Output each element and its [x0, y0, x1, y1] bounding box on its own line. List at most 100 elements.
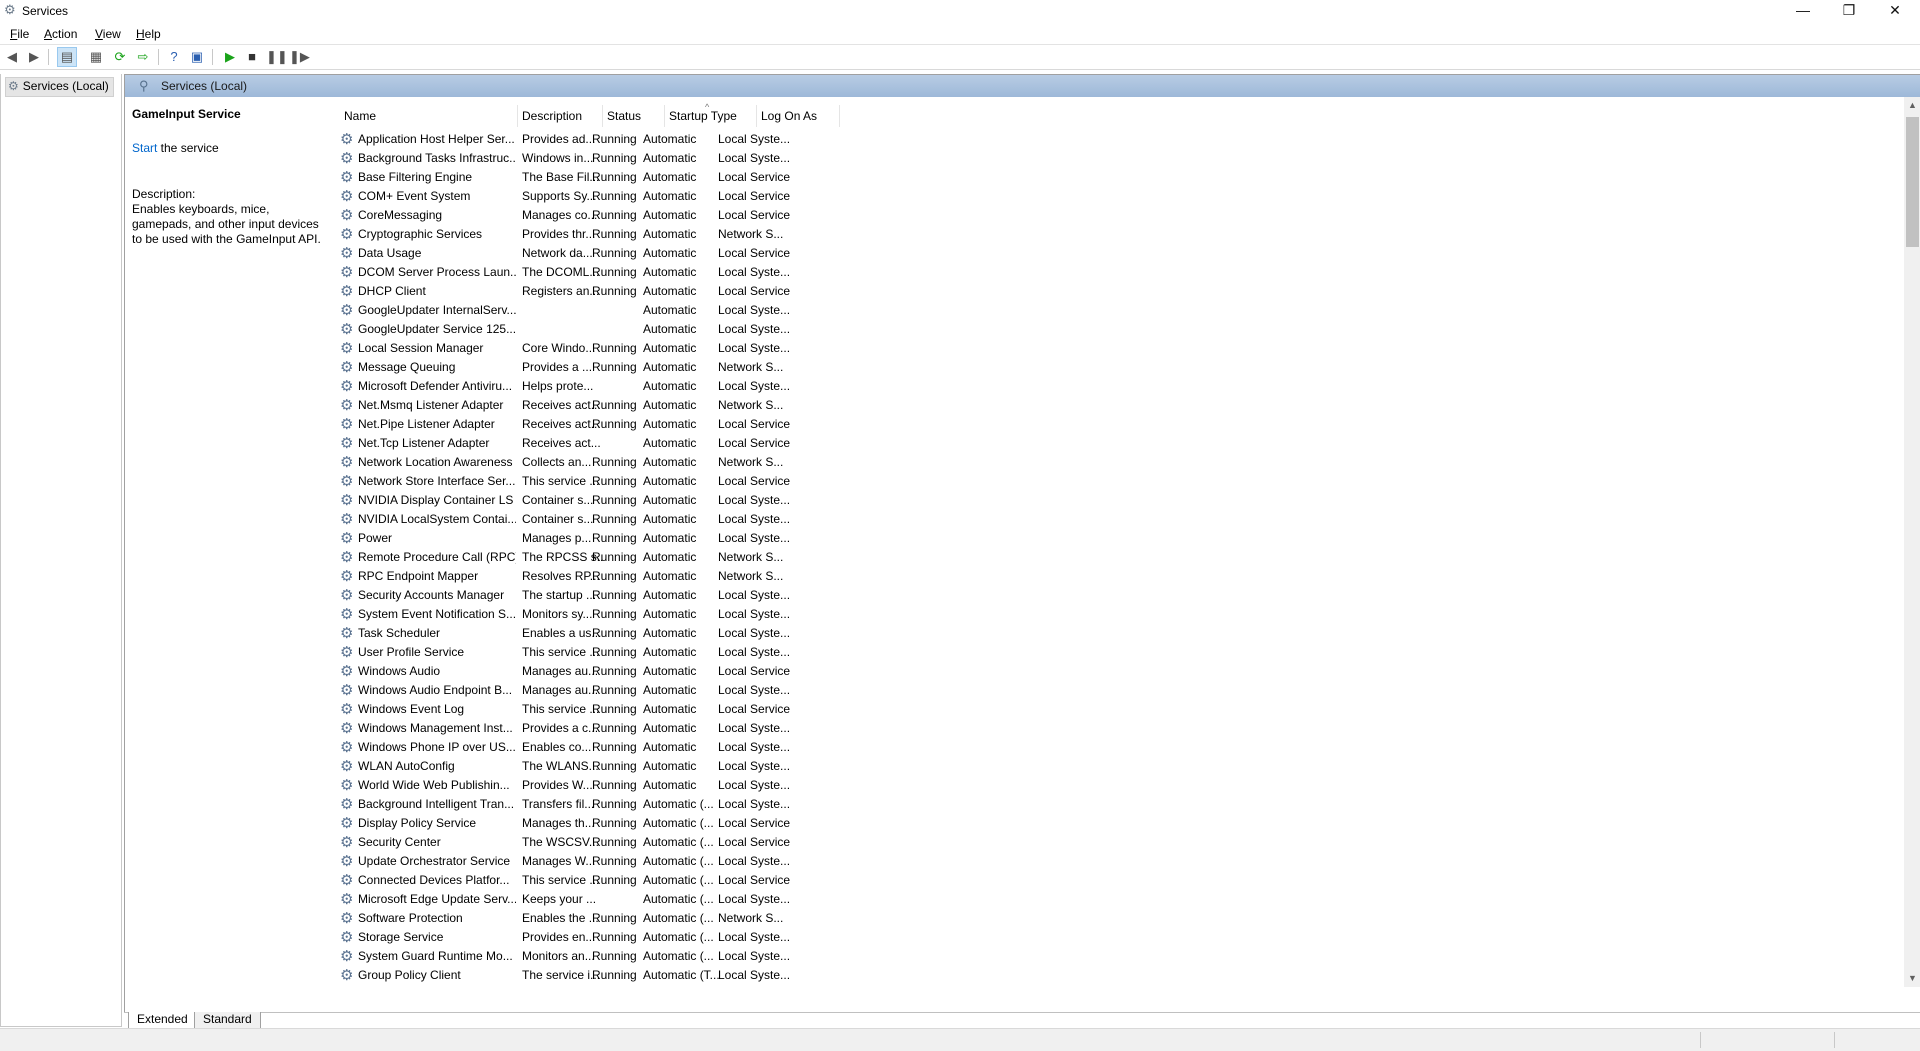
table-row[interactable]: ⚙ Software Protection Enables the ... Runni…	[340, 909, 840, 928]
cell-log-on-as: Local Service	[718, 664, 791, 678]
vertical-scrollbar[interactable]: ▲ ▼	[1904, 97, 1920, 987]
cell-name: System Events Broker	[358, 985, 516, 987]
table-row[interactable]: ⚙ Net.Pipe Listener Adapter Receives act..…	[340, 415, 840, 434]
table-row[interactable]: ⚙ Local Session Manager Core Windo... Runni…	[340, 339, 840, 358]
refresh-icon[interactable]: ⟳	[111, 48, 129, 66]
table-row[interactable]: ⚙ User Profile Service This service ... Run…	[340, 643, 840, 662]
table-row[interactable]: ⚙ Update Orchestrator Service Manages W...…	[340, 852, 840, 871]
table-row[interactable]: ⚙ Remote Procedure Call (RPC) The RPCSS s.…	[340, 548, 840, 567]
restart-service-icon[interactable]: ❚▶	[289, 48, 310, 66]
back-arrow-icon[interactable]: ◀	[3, 48, 21, 66]
menu-view[interactable]: View	[95, 27, 121, 41]
table-row[interactable]: ⚙ NVIDIA Display Container LS Container s.…	[340, 491, 840, 510]
show-hide-console-tree-icon[interactable]: ▤	[57, 47, 77, 67]
cell-name: Security Accounts Manager	[358, 588, 505, 602]
table-row[interactable]: ⚙ Windows Management Inst... Provides a c.…	[340, 719, 840, 738]
export-list-icon[interactable]: ⇨	[134, 48, 152, 66]
table-row[interactable]: ⚙ CoreMessaging Manages co... Running Automa…	[340, 206, 840, 225]
cell-log-on-as: Local Syste...	[718, 645, 791, 659]
table-row[interactable]: ⚙ Net.Tcp Listener Adapter Receives act...…	[340, 434, 840, 453]
tab-extended[interactable]: Extended	[128, 1012, 197, 1029]
table-row[interactable]: ⚙ Windows Audio Manages au... Running Automa…	[340, 662, 840, 681]
column-header-startup-type[interactable]: ^ Startup Type	[665, 102, 757, 127]
cell-startup-type: Automatic	[643, 550, 697, 564]
table-row[interactable]: ⚙ Display Policy Service Manages th... Runn…	[340, 814, 840, 833]
minimize-button[interactable]: —	[1780, 0, 1826, 22]
table-row[interactable]: ⚙ Windows Audio Endpoint B... Manages au..…	[340, 681, 840, 700]
cell-description	[522, 301, 602, 320]
table-row[interactable]: ⚙ Data Usage Network da... Running Automatic…	[340, 244, 840, 263]
menu-help[interactable]: Help	[136, 27, 161, 41]
cell-description: Provides a c...	[522, 721, 599, 735]
table-row[interactable]: ⚙ Storage Service Provides en... Running Aut…	[340, 928, 840, 947]
help-icon[interactable]: ?	[165, 48, 183, 66]
cell-startup-type: Automatic (T...	[643, 968, 720, 982]
menu-file[interactable]: File	[10, 27, 29, 41]
table-row[interactable]: ⚙ GoogleUpdater Service 125.... Automatic L…	[340, 320, 840, 339]
cell-status: Running	[592, 721, 637, 735]
cell-startup-type: Automatic	[643, 588, 697, 602]
cell-name: Windows Audio	[358, 664, 441, 678]
table-row[interactable]: ⚙ Network Location Awareness Collects an..…	[340, 453, 840, 472]
start-service-play-icon[interactable]: ▶	[221, 48, 239, 66]
table-row[interactable]: ⚙ Network Store Interface Ser... This serv…	[340, 472, 840, 491]
table-row[interactable]: ⚙ NVIDIA LocalSystem Contai... Container s…	[340, 510, 840, 529]
forward-arrow-icon[interactable]: ▶	[25, 48, 43, 66]
table-row[interactable]: ⚙ Task Scheduler Enables a us... Running Aut…	[340, 624, 840, 643]
table-row[interactable]: ⚙ Group Policy Client The service i... Runn…	[340, 966, 840, 985]
column-header-log-on-as[interactable]: Log On As	[757, 105, 840, 127]
table-row[interactable]: ⚙ DCOM Server Process Laun... The DCOML...…	[340, 263, 840, 282]
table-row[interactable]: ⚙ Base Filtering Engine The Base Fil... Run…	[340, 168, 840, 187]
table-row[interactable]: ⚙ COM+ Event System Supports Sy... Running A…	[340, 187, 840, 206]
table-row[interactable]: ⚙ Background Tasks Infrastruc... Windows i…	[340, 149, 840, 168]
column-header-status[interactable]: Status	[603, 105, 665, 127]
table-row[interactable]: ⚙ System Event Notification S... Monitors …	[340, 605, 840, 624]
properties-sheet-icon[interactable]: ▦	[87, 48, 105, 66]
scroll-up-arrow-icon[interactable]: ▲	[1904, 97, 1920, 114]
cell-startup-type: Automatic	[643, 645, 697, 659]
column-header-name[interactable]: Name	[340, 105, 518, 127]
cell-log-on-as: Network S...	[718, 455, 784, 469]
start-service-link[interactable]: Start	[132, 141, 157, 155]
cell-log-on-as: Local Service	[718, 474, 791, 488]
table-row[interactable]: ⚙ Security Center The WSCSV... Running Autom…	[340, 833, 840, 852]
table-row[interactable]: ⚙ GoogleUpdater InternalServ... Automatic L…	[340, 301, 840, 320]
table-row[interactable]: ⚙ Net.Msmq Listener Adapter Receives act..…	[340, 396, 840, 415]
table-row[interactable]: ⚙ Application Host Helper Ser... Provides …	[340, 130, 840, 149]
pause-service-icon[interactable]: ❚❚	[266, 48, 288, 66]
scroll-down-arrow-icon[interactable]: ▼	[1904, 970, 1920, 987]
table-row[interactable]: ⚙ DHCP Client Registers an... Running Automa…	[340, 282, 840, 301]
tree-item-services-local[interactable]: ⚙ Services (Local)	[5, 77, 114, 97]
table-row[interactable]: ⚙ WLAN AutoConfig The WLANS... Running Autom…	[340, 757, 840, 776]
table-row[interactable]: ⚙ Security Accounts Manager The startup ..…	[340, 586, 840, 605]
cell-log-on-as: Local Syste...	[718, 512, 791, 526]
table-row[interactable]: ⚙ RPC Endpoint Mapper Resolves RP... Runnin…	[340, 567, 840, 586]
table-row[interactable]: ⚙ Windows Phone IP over US... Enables co..…	[340, 738, 840, 757]
cell-status	[592, 434, 640, 453]
column-header-description[interactable]: Description	[518, 105, 603, 127]
table-row[interactable]: ⚙ Microsoft Defender Antiviru... Helps pro…	[340, 377, 840, 396]
show-action-pane-icon[interactable]: ▣	[188, 48, 206, 66]
table-row[interactable]: ⚙ System Guard Runtime Mo... Monitors an..…	[340, 947, 840, 966]
tab-standard[interactable]: Standard	[194, 1012, 261, 1029]
table-row[interactable]: ⚙ Windows Event Log This service ... Runnin…	[340, 700, 840, 719]
table-row[interactable]: ⚙ World Wide Web Publishin... Provides W..…	[340, 776, 840, 795]
cell-description: Manages au...	[522, 664, 599, 678]
restore-button[interactable]: ❐	[1826, 0, 1872, 22]
table-row[interactable]: ⚙ Message Queuing Provides a ... Running Aut…	[340, 358, 840, 377]
close-button[interactable]: ✕	[1872, 0, 1918, 22]
cell-description: Enables a us...	[522, 626, 602, 640]
menu-action[interactable]: Action	[44, 27, 77, 41]
cell-name: Update Orchestrator Service	[358, 854, 511, 868]
cell-name: Microsoft Edge Update Serv...	[358, 892, 516, 906]
table-row[interactable]: ⚙ Cryptographic Services Provides thr... Ru…	[340, 225, 840, 244]
cell-status: Running	[592, 417, 637, 431]
stop-service-icon[interactable]: ■	[243, 48, 261, 66]
table-row[interactable]: ⚙ Microsoft Edge Update Serv... Keeps your…	[340, 890, 840, 909]
table-row[interactable]: ⚙ Power Manages p... Running Automatic Local …	[340, 529, 840, 548]
table-row[interactable]: ⚙ Background Intelligent Tran... Transfers…	[340, 795, 840, 814]
table-row[interactable]: ⚙ Connected Devices Platfor... This servic…	[340, 871, 840, 890]
cell-log-on-as: Local Syste...	[718, 740, 791, 754]
table-row[interactable]: ⚙System Events Broker Coordinates...Runni…	[340, 985, 840, 987]
scrollbar-thumb[interactable]	[1906, 117, 1919, 247]
